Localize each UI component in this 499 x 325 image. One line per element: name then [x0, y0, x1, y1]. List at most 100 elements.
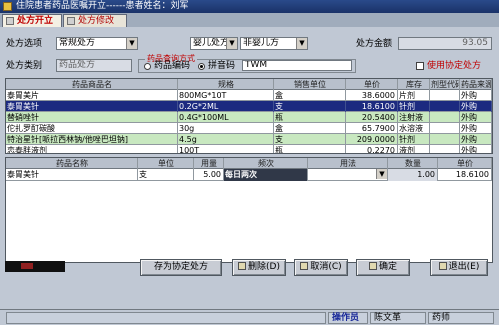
delete-button[interactable]: 删除(D) [232, 259, 286, 276]
category-select[interactable]: 常规处方 ▼ [56, 37, 138, 50]
column-header[interactable]: 单位 [138, 158, 194, 169]
rx-frequency-select[interactable]: 每日两次 [224, 169, 308, 181]
infant-value: 婴儿处方 [193, 38, 230, 48]
rx-kind-value: 药品处方 [59, 60, 96, 70]
cancel-label: 取消(C) [310, 262, 342, 272]
drug-row[interactable]: 佗扎罗酊碳酸 30g 盒 65.7900 水溶液 外购 [6, 123, 492, 134]
column-header[interactable]: 数量 [388, 158, 438, 169]
rx-quantity-input[interactable]: 1.00 [388, 169, 438, 181]
rx-kind-field[interactable]: 药品处方 [56, 59, 132, 72]
drug-grid-header: 药品商品名 规格 销售单位 单价 库存 剂型代码 药品来源 [6, 79, 492, 90]
edit-icon [67, 17, 75, 25]
drug-cell: 片剂 [398, 90, 430, 101]
drug-cell: 针剂 [398, 101, 430, 112]
rx-row[interactable]: 泰胃美针 支 5.00 每日两次 ▼ 1.00 18.6100 [6, 169, 492, 181]
drug-row[interactable]: 特治星针[哌拉西林钠/他唑巴坦钠] 4.5g 支 209.0000 针剂 外购 [6, 134, 492, 145]
save-as-protocol-button[interactable]: 存为协定处方 [140, 259, 222, 276]
action-button-bar: 存为协定处方 删除(D) 取消(C) 确定 退出(E) [0, 256, 499, 280]
column-header[interactable]: 用法 [308, 158, 388, 169]
watermark: 仅测试 [136, 199, 191, 218]
drug-cell: 瓶 [274, 112, 346, 123]
rx-kind-label: 处方类别 [6, 61, 43, 71]
drug-row[interactable]: 泰胃美针 0.2G*2ML 支 18.6100 针剂 外购 [6, 101, 492, 112]
radio-pinyin-code-label: 拼音码 [208, 61, 236, 71]
column-header[interactable]: 规格 [178, 79, 274, 90]
watermark: 仅测试 [388, 199, 443, 218]
chevron-down-icon[interactable]: ▼ [226, 38, 237, 49]
radio-pinyin-code[interactable] [198, 63, 205, 70]
drug-cell: 恋泰胖液剂 [6, 145, 178, 153]
non-infant-select[interactable]: 非婴儿方 ▼ [240, 37, 308, 50]
protocol-label: 使用协定处方 [427, 61, 482, 71]
column-header[interactable]: 库存 [398, 79, 430, 90]
drug-cell: 65.7900 [346, 123, 398, 134]
drug-cell: 特治星针[哌拉西林钠/他唑巴坦钠] [6, 134, 178, 145]
window-title: 住院患者药品医嘱开立------患者姓名：刘军 [16, 1, 189, 11]
radio-drug-code[interactable] [144, 63, 151, 70]
rx-usage-select[interactable]: ▼ [308, 169, 388, 181]
drug-cell: 外购 [460, 112, 492, 123]
column-header[interactable]: 销售单位 [274, 79, 346, 90]
save-as-protocol-label: 存为协定处方 [153, 262, 208, 272]
infant-select[interactable]: 婴儿处方 ▼ [190, 37, 238, 50]
drug-cell: 支 [274, 101, 346, 112]
chevron-down-icon[interactable]: ▼ [376, 169, 387, 179]
column-header[interactable]: 单价 [438, 158, 492, 169]
main-panel: 处方选项 常规处方 ▼ 婴儿处方 ▼ 非婴儿方 ▼ 处方金额 93.05 处方类… [0, 27, 499, 309]
status-role: 药师 [428, 312, 494, 324]
chevron-down-icon[interactable]: ▼ [126, 38, 137, 49]
drug-cell: 瓶 [274, 145, 346, 153]
rx-cell: 支 [138, 169, 194, 181]
drug-cell: 0.2270 [346, 145, 398, 153]
drug-row[interactable]: 替硝唑针 0.4G*100ML 瓶 20.5400 注射液 外购 [6, 112, 492, 123]
column-header[interactable]: 药品来源 [460, 79, 492, 90]
tab-modify[interactable]: 处方修改 [63, 14, 127, 27]
column-header[interactable]: 用量 [194, 158, 224, 169]
watermark: 仅测试 [8, 199, 63, 218]
app-icon [3, 2, 12, 11]
protocol-checkbox[interactable] [416, 62, 424, 70]
column-header[interactable]: 药品商品名 [6, 79, 178, 90]
tab-prescribe[interactable]: 处方开立 [2, 14, 62, 27]
confirm-label: 确定 [378, 262, 397, 272]
search-input[interactable]: TWM [242, 60, 352, 71]
amount-field: 93.05 [398, 37, 492, 50]
column-header[interactable]: 剂型代码 [430, 79, 460, 90]
chevron-down-icon[interactable]: ▼ [296, 38, 307, 49]
column-header[interactable]: 频次 [224, 158, 308, 169]
drug-cell: 外购 [460, 101, 492, 112]
drug-cell: 外购 [460, 123, 492, 134]
prescription-icon [6, 17, 14, 25]
drug-cell: 外购 [460, 90, 492, 101]
column-header[interactable]: 单价 [346, 79, 398, 90]
confirm-icon [368, 262, 377, 270]
tab-prescribe-label: 处方开立 [17, 16, 54, 26]
drug-cell: 泰胃美针 [6, 101, 178, 112]
drug-cell: 外购 [460, 145, 492, 153]
drug-cell [430, 145, 460, 153]
drug-cell [430, 112, 460, 123]
watermark: 仅测试 [262, 199, 317, 218]
drug-cell [430, 101, 460, 112]
column-header[interactable]: 药品名称 [6, 158, 138, 169]
drug-row[interactable]: 泰胃美片 800MG*10T 盒 38.6000 片剂 外购 [6, 90, 492, 101]
cancel-icon [300, 262, 309, 270]
confirm-button[interactable]: 确定 [356, 259, 410, 276]
status-mode: 操作员 [328, 312, 368, 324]
drug-cell: 泰胃美片 [6, 90, 178, 101]
drug-list-grid: 药品商品名 规格 销售单位 单价 库存 剂型代码 药品来源 泰胃美片 800MG*… [5, 78, 493, 154]
delete-icon [238, 262, 247, 270]
drug-cell: 外购 [460, 134, 492, 145]
drug-cell: 800MG*10T [178, 90, 274, 101]
rx-cell: 泰胃美针 [6, 169, 138, 181]
cancel-button[interactable]: 取消(C) [294, 259, 348, 276]
rx-grid-header: 药品名称 单位 用量 频次 用法 数量 单价 [6, 158, 492, 169]
radio-drug-code-label: 药品编码 [154, 61, 191, 71]
drug-cell: 佗扎罗酊碳酸 [6, 123, 178, 134]
drug-row[interactable]: 恋泰胖液剂 100T 瓶 0.2270 液剂 外购 [6, 145, 492, 153]
non-infant-value: 非婴儿方 [243, 38, 280, 48]
rx-dose-input[interactable]: 5.00 [194, 169, 224, 181]
drug-cell [430, 123, 460, 134]
drug-cell: 38.6000 [346, 90, 398, 101]
exit-button[interactable]: 退出(E) [430, 259, 488, 276]
